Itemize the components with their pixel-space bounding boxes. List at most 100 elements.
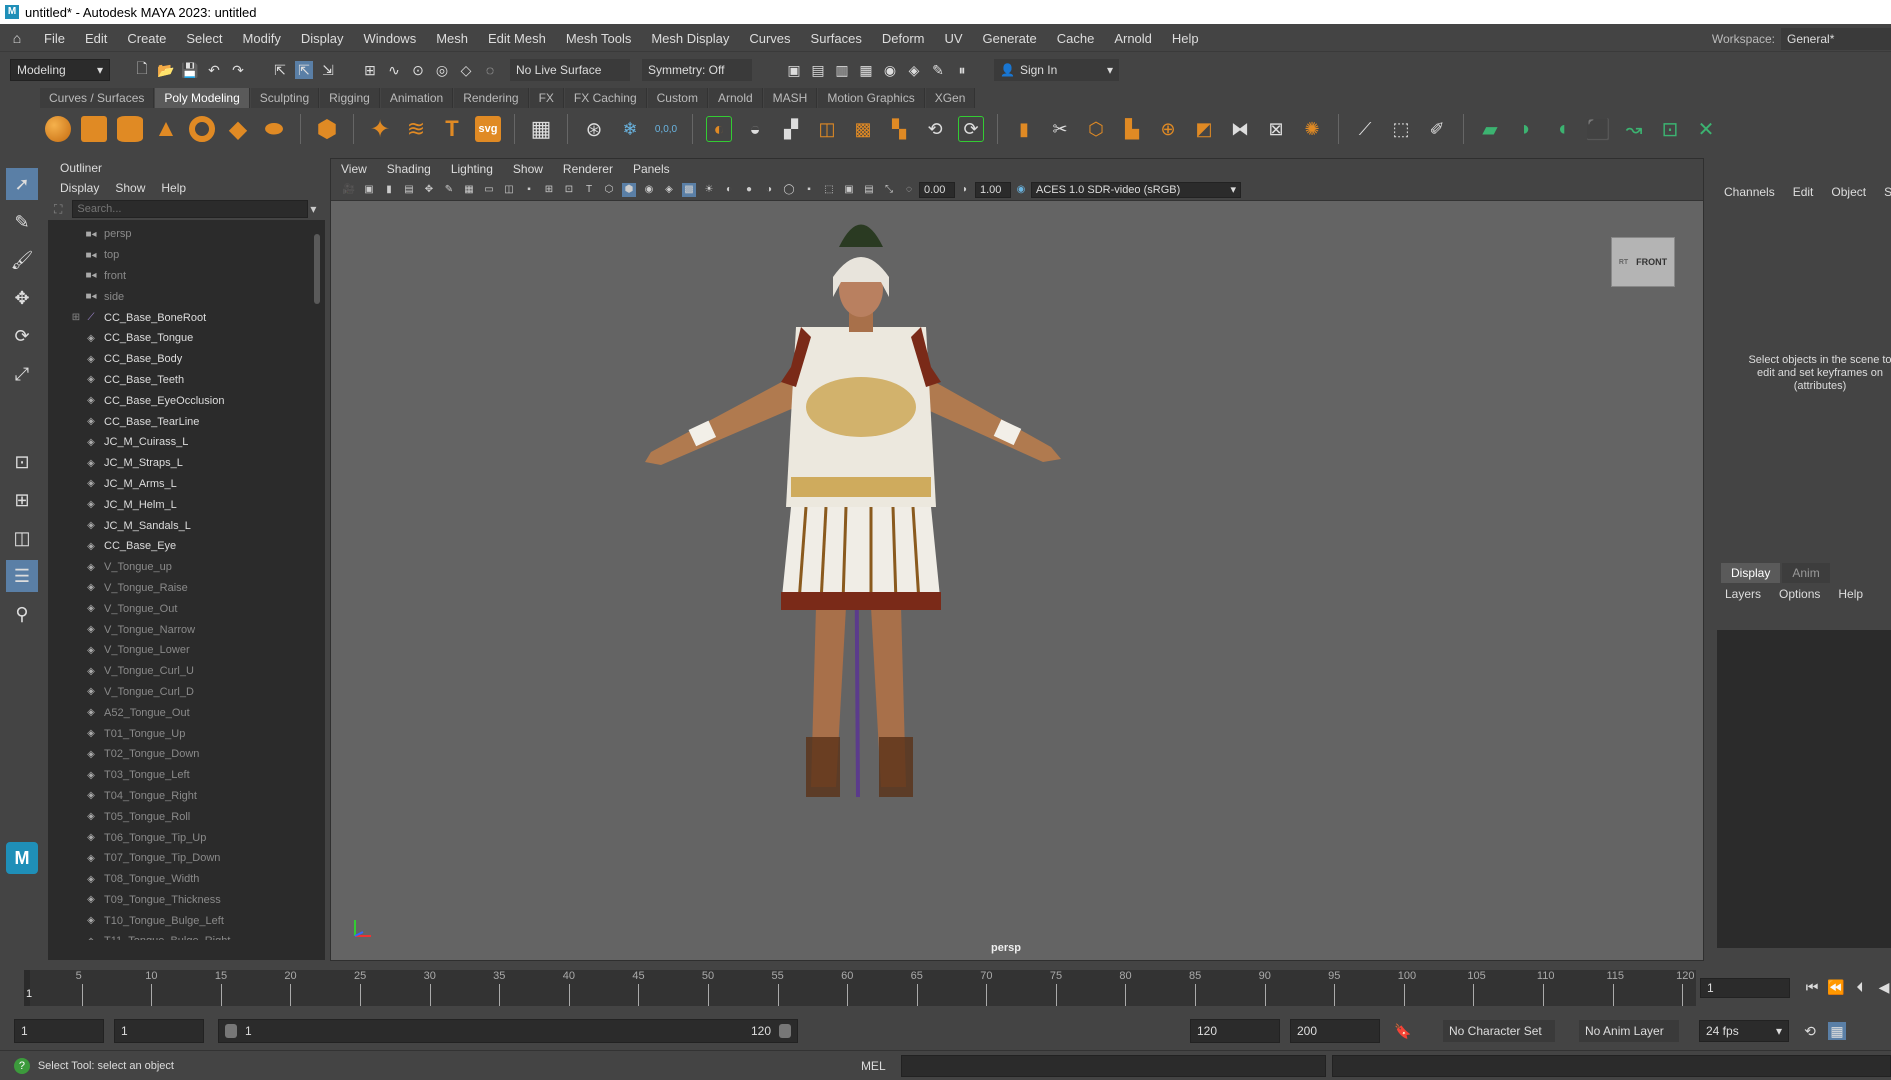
outliner-item[interactable]: ◈ V_Tongue_up (48, 557, 310, 578)
anim-prefs-icon[interactable]: ▦ (1828, 1022, 1846, 1040)
loop-icon[interactable]: ⟲ (1801, 1022, 1819, 1040)
menu-help[interactable]: Help (1162, 31, 1209, 46)
uv-auto-icon[interactable]: ⬛ (1585, 116, 1611, 142)
combine-icon[interactable]: ◐ (706, 116, 732, 142)
outliner-item[interactable]: ◈ V_Tongue_Out (48, 598, 310, 619)
menu-windows[interactable]: Windows (353, 31, 426, 46)
quad-draw-icon[interactable]: ⊕ (1155, 116, 1181, 142)
outliner-item[interactable]: ◈ T01_Tongue_Up (48, 723, 310, 744)
viewport-menu-show[interactable]: Show (513, 162, 543, 176)
menu-edit-mesh[interactable]: Edit Mesh (478, 31, 556, 46)
shelf-tab-poly-modeling[interactable]: Poly Modeling (155, 88, 250, 108)
outliner-item[interactable]: ⊞ ⟋ CC_Base_BoneRoot (48, 307, 310, 328)
anim-end-field[interactable]: 120 (1190, 1019, 1280, 1043)
view-cube[interactable]: RT FRONT (1611, 237, 1675, 287)
film-gate-icon[interactable]: ▭ (482, 183, 496, 197)
poly-cone-icon[interactable]: ▲ (153, 115, 179, 142)
gamma-icon[interactable]: ◗ (958, 183, 972, 197)
channel-tab-channels[interactable]: Channels (1724, 185, 1775, 199)
outliner-item[interactable]: ■◂ persp (48, 224, 310, 245)
menu-curves[interactable]: Curves (739, 31, 800, 46)
outliner-item[interactable]: ◈ CC_Base_Teeth (48, 370, 310, 391)
outliner-item[interactable]: ◈ V_Tongue_Lower (48, 640, 310, 661)
channel-tab-sho[interactable]: Sho (1884, 185, 1891, 199)
exposure-field[interactable]: 0.00 (919, 181, 955, 198)
layer-tab-display[interactable]: Display (1721, 563, 1781, 583)
super-shape-icon[interactable]: ✦ (367, 116, 393, 143)
poly-type-icon[interactable]: T (439, 116, 465, 142)
filter-icon[interactable]: ⛶ (54, 202, 62, 217)
menu-cache[interactable]: Cache (1047, 31, 1105, 46)
anim-start-field[interactable]: 1 (114, 1019, 204, 1043)
scroll-thumb[interactable] (314, 234, 320, 304)
xray-active-icon[interactable]: ⤡ (882, 183, 896, 197)
multi-cut-icon[interactable]: ✂ (1047, 116, 1073, 142)
bridge-icon[interactable]: ▚ (886, 116, 912, 142)
wireframe-icon[interactable]: ⬡ (602, 183, 616, 197)
poly-sphere-icon[interactable] (45, 116, 71, 142)
menu-mesh[interactable]: Mesh (426, 31, 478, 46)
outliner-menu-display[interactable]: Display (60, 181, 99, 195)
uv-unfold-icon[interactable]: ↝ (1621, 116, 1647, 142)
edit-edge-flow-icon[interactable]: ✐ (1424, 116, 1450, 142)
channel-tab-edit[interactable]: Edit (1793, 185, 1814, 199)
go-to-start-icon[interactable]: ⏮ (1803, 978, 1821, 996)
bookmark-icon[interactable]: ▮ (382, 183, 396, 197)
shelf-tab-curves-surfaces[interactable]: Curves / Surfaces (40, 88, 155, 108)
range-handle-left[interactable] (225, 1024, 237, 1038)
append-icon[interactable]: ▮ (1011, 116, 1037, 142)
depth-of-field-icon[interactable]: ▪ (802, 183, 816, 197)
render-view-icon[interactable]: ▣ (785, 61, 803, 79)
shelf-tab-animation[interactable]: Animation (380, 88, 454, 108)
outliner-item[interactable]: ◈ A52_Tongue_Out (48, 702, 310, 723)
poly-cylinder-icon[interactable] (117, 116, 143, 142)
fill-hole-icon[interactable]: ⬡ (1083, 116, 1109, 142)
menu-surfaces[interactable]: Surfaces (801, 31, 872, 46)
layer-list[interactable] (1717, 630, 1891, 948)
exposure-icon[interactable]: ◌ (902, 183, 916, 197)
camera-attributes-icon[interactable]: ▣ (362, 183, 376, 197)
safe-title-icon[interactable]: T (582, 183, 596, 197)
select-component-icon[interactable]: ⇲ (319, 61, 337, 79)
viewport-menu-shading[interactable]: Shading (387, 162, 431, 176)
menu-edit[interactable]: Edit (75, 31, 117, 46)
smooth-shade-icon[interactable]: ⬢ (622, 182, 636, 197)
step-back-key-icon[interactable]: ⏪ (1827, 978, 1845, 996)
select-hierarchy-icon[interactable]: ⇱ (271, 61, 289, 79)
single-view-icon[interactable]: ⊡ (6, 446, 38, 478)
outliner-item[interactable]: ◈ JC_M_Cuirass_L (48, 432, 310, 453)
outliner-item[interactable]: ◈ T05_Tongue_Roll (48, 806, 310, 827)
select-tool-icon[interactable]: ➚ (6, 168, 38, 200)
play-back-icon[interactable]: ◀ (1875, 978, 1891, 996)
extract-icon[interactable]: ▞ (778, 116, 804, 142)
textured-icon[interactable]: ▩ (682, 182, 696, 197)
viewport-panel[interactable]: View Shading Lighting Show Renderer Panels 🎥 … (330, 158, 1704, 961)
character-model[interactable] (631, 207, 1091, 807)
shelf-tab-fx[interactable]: FX (529, 88, 564, 108)
menu-arnold[interactable]: Arnold (1104, 31, 1162, 46)
render-settings-icon[interactable]: ▦ (857, 61, 875, 79)
character-set-dropdown[interactable]: No Character Set (1443, 1020, 1555, 1042)
two-view-icon[interactable]: ◫ (6, 522, 38, 554)
ipr-render-icon[interactable]: ▥ (833, 61, 851, 79)
screen-space-ao-icon[interactable]: ● (742, 183, 756, 197)
poly-torus-icon[interactable] (189, 116, 215, 142)
open-scene-icon[interactable]: 📂 (157, 61, 175, 79)
isolate-select-icon[interactable]: ⬚ (822, 183, 836, 197)
scene-start-field[interactable]: 1 (14, 1019, 104, 1043)
step-back-frame-icon[interactable]: ⏴ (1851, 978, 1869, 996)
edge-loop-icon[interactable]: ◩ (1191, 116, 1217, 142)
shelf-tab-sculpting[interactable]: Sculpting (250, 88, 320, 108)
anti-aliasing-icon[interactable]: ◯ (782, 183, 796, 197)
outliner-item[interactable]: ◈ T04_Tongue_Right (48, 786, 310, 807)
freeze-transform-icon[interactable]: ❄ (617, 116, 643, 142)
outliner-item[interactable]: ◈ T10_Tongue_Bulge_Left (48, 910, 310, 931)
shelf-tab-motion-graphics[interactable]: Motion Graphics (818, 88, 925, 108)
outliner-item[interactable]: ◈ T02_Tongue_Down (48, 744, 310, 765)
viewport-menu-lighting[interactable]: Lighting (451, 162, 493, 176)
motion-blur-icon[interactable]: ◑ (762, 183, 776, 197)
menu-file[interactable]: File (34, 31, 75, 46)
channel-tab-object[interactable]: Object (1831, 185, 1866, 199)
outliner-item[interactable]: ◈ V_Tongue_Raise (48, 578, 310, 599)
uv-spherical-icon[interactable]: ◖ (1549, 116, 1575, 142)
